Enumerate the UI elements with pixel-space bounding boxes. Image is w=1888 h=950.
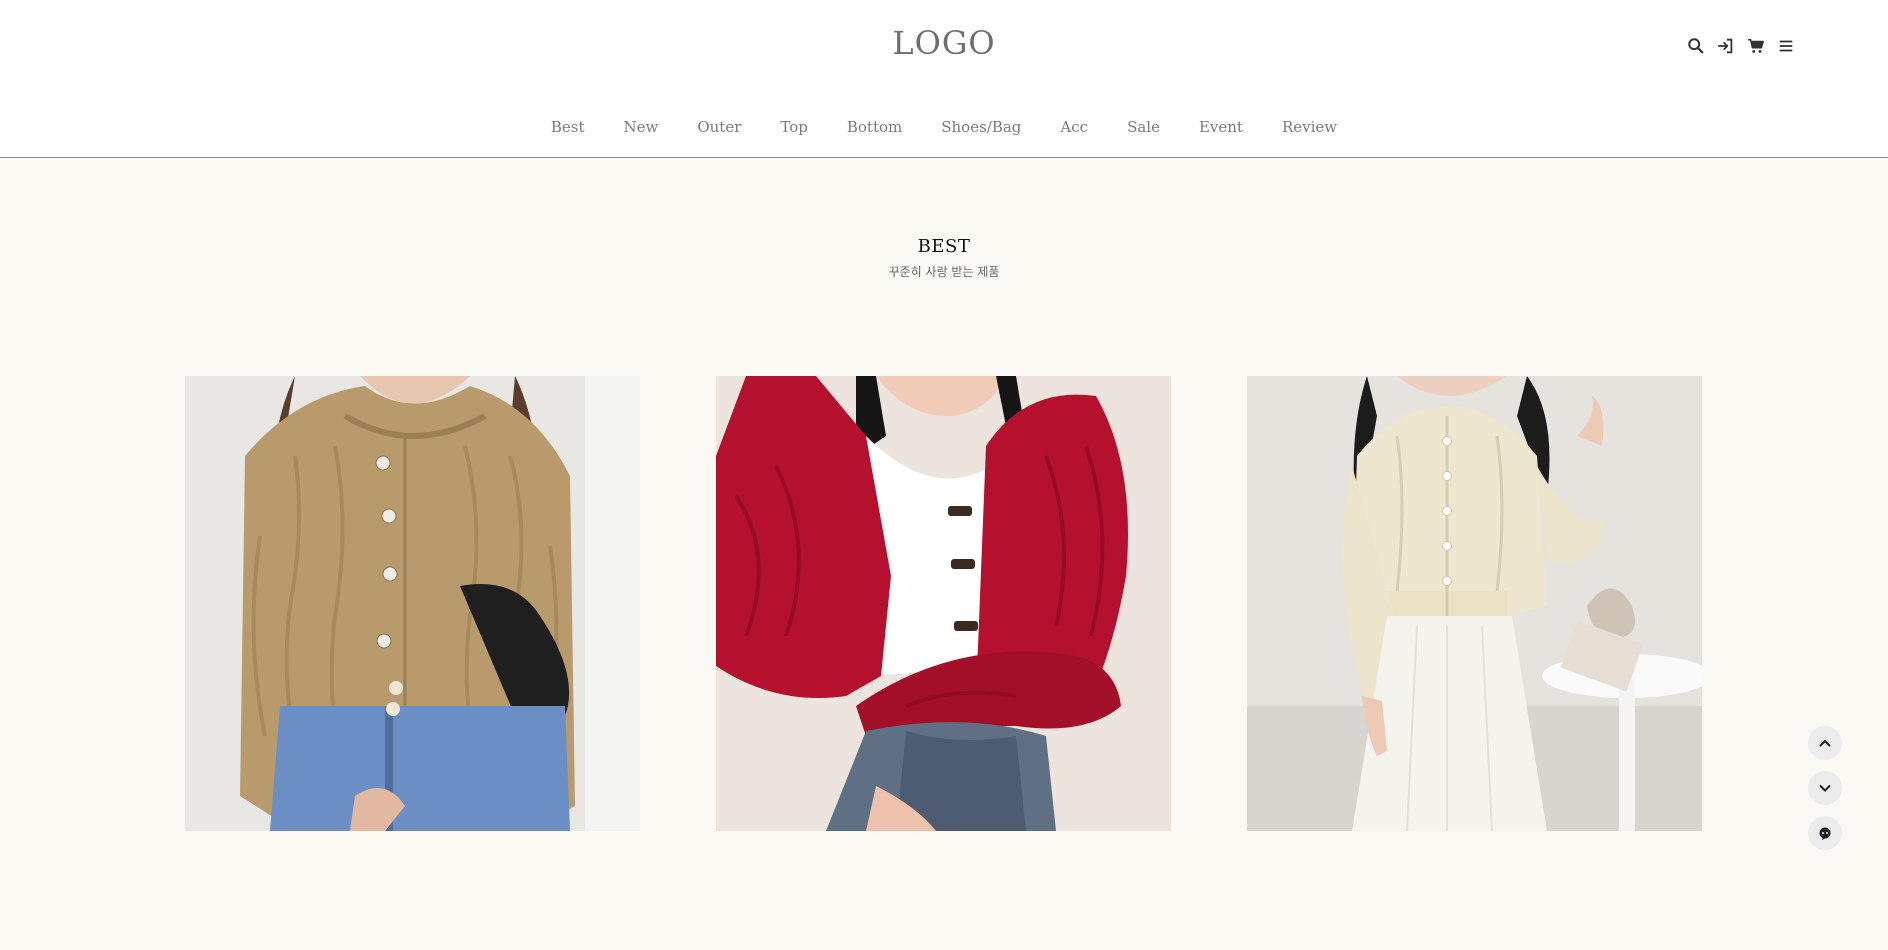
main-nav: Best New Outer Top Bottom Shoes/Bag Acc … xyxy=(0,114,1888,140)
product-image-red-cardigan xyxy=(716,376,1171,831)
product-card-1[interactable] xyxy=(185,376,640,831)
scroll-bottom-button[interactable] xyxy=(1808,771,1842,805)
nav-item-acc[interactable]: Acc xyxy=(1041,114,1108,140)
nav-item-shoes-bag[interactable]: Shoes/Bag xyxy=(922,114,1041,140)
chevron-down-icon xyxy=(1819,785,1831,792)
section-subtitle: 꾸준히 사랑 받는 제품 xyxy=(888,265,1000,279)
nav-item-bottom[interactable]: Bottom xyxy=(827,114,921,140)
product-card-2[interactable] xyxy=(716,376,1171,831)
chat-icon xyxy=(1819,827,1831,840)
product-image-beige-cardigan xyxy=(185,376,640,831)
cart-icon[interactable] xyxy=(1746,36,1766,56)
nav-item-top[interactable]: Top xyxy=(761,114,827,140)
header-icons xyxy=(1686,36,1796,56)
product-card-3[interactable] xyxy=(1247,376,1702,831)
section-title: BEST xyxy=(917,236,971,257)
nav-item-review[interactable]: Review xyxy=(1262,114,1356,140)
nav-item-event[interactable]: Event xyxy=(1179,114,1262,140)
logo[interactable]: LOGO xyxy=(0,24,1888,62)
site-header: LOGO Best New Outer Top Bottom Shoes/Bag… xyxy=(0,0,1888,158)
scroll-top-button[interactable] xyxy=(1808,726,1842,760)
nav-item-new[interactable]: New xyxy=(604,114,678,140)
nav-item-outer[interactable]: Outer xyxy=(678,114,761,140)
product-image-cream-cardigan xyxy=(1247,376,1702,831)
search-icon[interactable] xyxy=(1686,36,1706,56)
login-icon[interactable] xyxy=(1716,36,1736,56)
chevron-up-icon xyxy=(1819,740,1831,747)
menu-icon[interactable] xyxy=(1776,36,1796,56)
nav-item-sale[interactable]: Sale xyxy=(1108,114,1180,140)
nav-item-best[interactable]: Best xyxy=(531,114,604,140)
chat-button[interactable] xyxy=(1808,816,1842,850)
